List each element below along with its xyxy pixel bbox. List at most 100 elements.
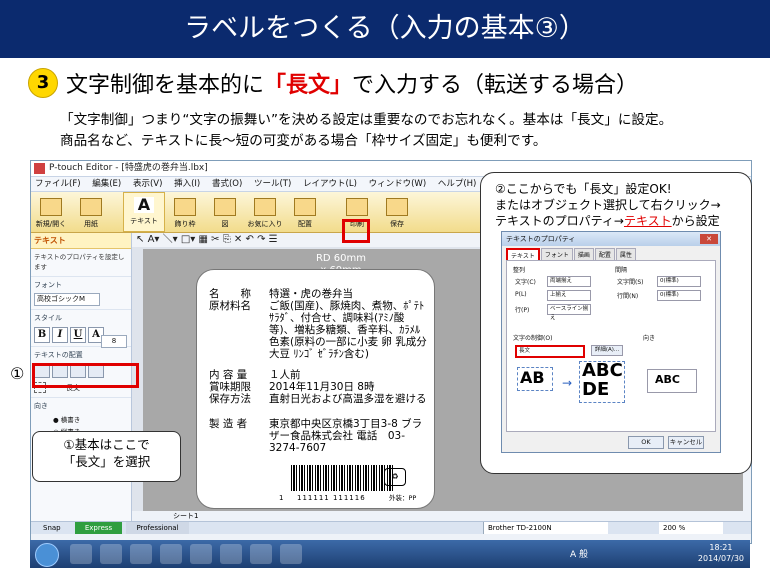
- line-space-select[interactable]: 0(標準): [657, 290, 701, 301]
- description: 「文字制御」つまり“文字の振舞い”を決める設定は重要なのでお忘れなく。基本は「長…: [60, 110, 760, 152]
- menu-view[interactable]: 表示(V): [133, 179, 162, 189]
- ime-indicator[interactable]: A 般: [570, 547, 588, 560]
- cancel-button[interactable]: キャンセル: [668, 436, 704, 449]
- snap-toggle[interactable]: Snap: [33, 522, 71, 534]
- label-value: 直射日光および高温多湿を避ける: [269, 393, 427, 405]
- recycle-mark-icon: ♻: [384, 468, 406, 486]
- menu-file[interactable]: ファイル(F): [35, 179, 81, 189]
- undo-icon[interactable]: ↶: [246, 234, 254, 245]
- menu-help[interactable]: ヘルプ(H): [438, 179, 477, 189]
- ribbon-new-open-label: 新規/開く: [35, 220, 67, 228]
- label-key: 賞味期限: [209, 381, 251, 393]
- line-select[interactable]: ベースライン揃え: [547, 304, 591, 321]
- label-value: 特選・虎の巻弁当: [269, 288, 353, 300]
- properties-icon[interactable]: ☰: [269, 234, 278, 245]
- direction-horizontal-radio[interactable]: ● 横書き: [53, 414, 109, 424]
- p-label: P(L): [515, 291, 527, 298]
- express-mode-tab[interactable]: Express: [74, 522, 123, 534]
- text-h-select[interactable]: 両端揃え: [547, 276, 591, 287]
- p-select[interactable]: 上揃え: [547, 290, 591, 301]
- label-key: 保存方法: [209, 393, 251, 405]
- line-tool-icon[interactable]: ＼▾: [163, 234, 178, 245]
- callout-marker-1: ①: [10, 364, 25, 383]
- delete-icon[interactable]: ✕: [234, 234, 242, 245]
- ribbon-save-button[interactable]: 保存: [377, 194, 417, 232]
- detail-button[interactable]: 詳細(A)...: [591, 345, 623, 356]
- label-value: 東京都中央区京橋3丁目3-8 ブラザー食品株式会社 電話 03-3274-760…: [269, 418, 423, 454]
- menu-edit[interactable]: 編集(E): [92, 179, 121, 189]
- cut-icon[interactable]: ✂: [211, 234, 219, 245]
- ribbon-image-label: 図: [221, 220, 229, 228]
- callout-right-line-3-after: から設定: [671, 214, 720, 228]
- panel-subtitle: テキストのプロパティを設定します: [34, 253, 125, 271]
- ok-button[interactable]: OK: [628, 436, 664, 449]
- ie-browser-icon[interactable]: [130, 544, 152, 564]
- zoom-select[interactable]: 200 %: [659, 522, 723, 534]
- font-size-select[interactable]: 8: [101, 335, 127, 348]
- copy-icon[interactable]: ⎘: [223, 234, 231, 245]
- app-taskbar-icon[interactable]: [190, 544, 212, 564]
- text-tool-icon[interactable]: A▾: [148, 234, 160, 245]
- menu-window[interactable]: ウィンドウ(W): [369, 179, 427, 189]
- frame-icon: [174, 198, 196, 216]
- text-control-select[interactable]: 長文: [515, 345, 585, 358]
- shape-tool-icon[interactable]: □▾: [181, 234, 195, 245]
- menu-insert[interactable]: 挿入(I): [174, 179, 200, 189]
- ribbon-new-open-button[interactable]: 新規/開く: [31, 194, 71, 232]
- bold-button[interactable]: B: [34, 327, 50, 343]
- explorer-icon[interactable]: [70, 544, 92, 564]
- select-arrow-icon[interactable]: ↖: [136, 234, 144, 245]
- professional-mode-tab[interactable]: Professional: [126, 522, 189, 534]
- save-disk-icon: [386, 198, 408, 216]
- underline-button[interactable]: U: [70, 327, 86, 343]
- ptouch-taskbar-icon[interactable]: [220, 544, 242, 564]
- callout-right-line-2: またはオブジェクト選択して右クリック→: [495, 198, 721, 212]
- printer-icon: [346, 198, 368, 216]
- callout-right-link: テキスト: [623, 214, 672, 228]
- dialog-close-icon[interactable]: ✕: [700, 234, 718, 244]
- ribbon-image-button[interactable]: 図: [205, 194, 245, 232]
- app-icon: [34, 163, 45, 174]
- menu-layout[interactable]: レイアウト(L): [303, 179, 357, 189]
- step-text: 文字制御を基本的に「長文」で入力する（転送する場合）: [66, 67, 638, 99]
- powerpoint-taskbar-icon[interactable]: [280, 544, 302, 564]
- menu-format[interactable]: 書式(O): [212, 179, 242, 189]
- spacing-group-label: 間隔: [615, 267, 628, 274]
- redo-icon[interactable]: ↷: [257, 234, 265, 245]
- ribbon-favorites-label: お気に入り: [247, 220, 283, 228]
- folder-taskbar-icon[interactable]: [160, 544, 182, 564]
- label-row-expiry: 賞味期限 2014年11月30日 8時: [209, 381, 429, 393]
- table-tool-icon[interactable]: ▦: [199, 234, 208, 245]
- arrange-icon: [294, 198, 316, 216]
- media-player-icon[interactable]: [100, 544, 122, 564]
- ribbon-paper-button[interactable]: 用紙: [71, 194, 111, 232]
- label-key: 名 称: [209, 288, 251, 300]
- label-preview[interactable]: 名 称 特選・虎の巻弁当 原材料名 ご飯(国産)、豚焼肉、煮物、ﾎﾟﾃﾄｻﾗﾀﾞ、付…: [196, 269, 435, 509]
- start-button-icon[interactable]: [35, 543, 59, 567]
- ribbon-text-label: テキスト: [130, 217, 158, 225]
- menu-tools[interactable]: ツール(T): [254, 179, 291, 189]
- description-line-1: 「文字制御」つまり“文字の振舞い”を決める設定は重要なのでお忘れなく。基本は「長…: [60, 112, 673, 128]
- label-size-line-1: RD 60mm: [315, 253, 367, 264]
- direction-section-title: 向き: [31, 397, 131, 412]
- ribbon-frame-button[interactable]: 飾り枠: [165, 194, 205, 232]
- step-heading: 3 文字制御を基本的に「長文」で入力する（転送する場合）: [28, 66, 638, 100]
- favorites-icon: [254, 198, 276, 216]
- ribbon-arrange-button[interactable]: 配置: [285, 194, 325, 232]
- example-large-text: ABC DE: [582, 361, 623, 399]
- text-h-label: 文字(C): [515, 279, 536, 286]
- text-control-group-label: 文字の制御(O): [513, 335, 553, 342]
- sheet-tab-1[interactable]: シート1: [173, 512, 198, 520]
- step-number-badge: 3: [28, 68, 58, 98]
- direction-horizontal-label: 横書き: [60, 416, 81, 424]
- ribbon-paper-label: 用紙: [84, 220, 98, 228]
- printer-select[interactable]: Brother TD-2100N: [483, 522, 608, 534]
- italic-button[interactable]: I: [52, 327, 68, 343]
- font-name-select[interactable]: 高校ゴシックM: [34, 293, 100, 306]
- label-row-name: 名 称 特選・虎の巻弁当: [209, 288, 429, 300]
- word-taskbar-icon[interactable]: [250, 544, 272, 564]
- ribbon-favorites-button[interactable]: お気に入り: [245, 194, 285, 232]
- char-space-select[interactable]: 0(標準): [657, 276, 701, 287]
- ribbon-text-button[interactable]: A テキスト: [123, 192, 165, 232]
- dialog-body: 整列 文字(C) 両端揃え P(L) 上揃え 行(P) ベースライン揃え 間隔 …: [506, 260, 716, 432]
